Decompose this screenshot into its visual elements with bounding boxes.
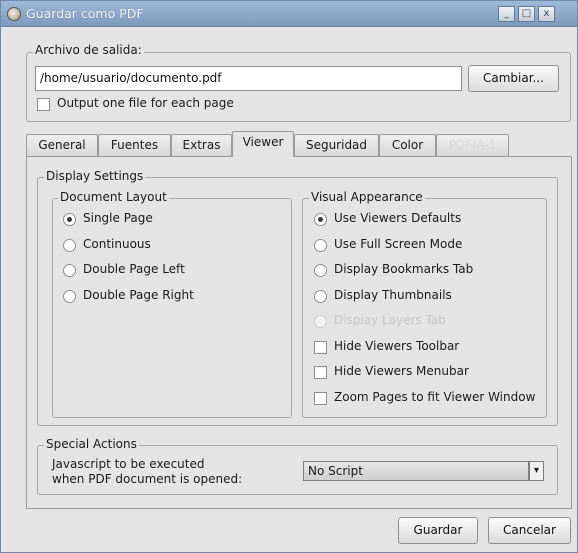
visual-appearance-group <box>302 198 547 418</box>
tab-color[interactable]: Color <box>379 134 436 156</box>
single-page-radio[interactable] <box>63 213 76 226</box>
tab-seguridad[interactable]: Seguridad <box>294 134 379 156</box>
full-screen-mode-radio[interactable] <box>314 239 327 252</box>
double-page-left-label: Double Page Left <box>83 262 185 276</box>
thumbnails-radio[interactable] <box>314 290 327 303</box>
radio-selected-dot <box>67 217 72 222</box>
hide-menubar-label: Hide Viewers Menubar <box>334 364 469 378</box>
bookmarks-tab-label: Display Bookmarks Tab <box>334 262 474 276</box>
double-page-right-label: Double Page Right <box>83 288 194 302</box>
output-file-group-label: Archivo de salida: <box>33 43 144 57</box>
save-as-pdf-window: Guardar como PDF _ □ x Archivo de salida… <box>0 0 578 553</box>
close-button[interactable]: x <box>538 6 555 22</box>
change-path-button[interactable]: Cambiar... <box>468 65 559 92</box>
zoom-to-fit-checkbox[interactable] <box>314 392 327 405</box>
document-layout-label: Document Layout <box>58 190 169 204</box>
tab-extras[interactable]: Extras <box>171 134 232 156</box>
hide-toolbar-checkbox[interactable] <box>314 341 327 354</box>
hide-menubar-checkbox[interactable] <box>314 366 327 379</box>
output-path-input[interactable]: /home/usuario/documento.pdf <box>35 66 462 91</box>
single-page-label: Single Page <box>83 211 153 225</box>
save-button[interactable]: Guardar <box>398 517 478 544</box>
use-viewers-defaults-radio[interactable] <box>314 213 327 226</box>
bookmarks-tab-radio[interactable] <box>314 264 327 277</box>
radio-selected-dot <box>318 217 323 222</box>
continuous-label: Continuous <box>83 237 151 251</box>
cancel-button[interactable]: Cancelar <box>488 517 571 544</box>
tab-fuentes[interactable]: Fuentes <box>98 134 171 156</box>
one-file-per-page-checkbox[interactable] <box>37 98 50 111</box>
hide-toolbar-label: Hide Viewers Toolbar <box>334 339 460 353</box>
title-bar[interactable]: Guardar como PDF _ □ x <box>1 1 577 27</box>
minimize-button[interactable]: _ <box>498 6 515 22</box>
document-layout-group <box>52 198 292 418</box>
full-screen-mode-label: Use Full Screen Mode <box>334 237 463 251</box>
chevron-down-icon[interactable]: ▾ <box>529 461 544 481</box>
tab-viewer[interactable]: Viewer <box>232 131 294 157</box>
use-viewers-defaults-label: Use Viewers Defaults <box>334 211 462 225</box>
javascript-label-line1: Javascript to be executed <box>52 457 205 471</box>
one-file-per-page-label: Output one file for each page <box>57 96 234 110</box>
thumbnails-label: Display Thumbnails <box>334 288 452 302</box>
tab-general[interactable]: General <box>26 134 98 156</box>
double-page-left-radio[interactable] <box>63 264 76 277</box>
javascript-select[interactable]: No Script <box>303 461 529 481</box>
window-title: Guardar como PDF <box>26 6 144 21</box>
visual-appearance-label: Visual Appearance <box>309 190 425 204</box>
maximize-button[interactable]: □ <box>518 6 535 22</box>
display-settings-label: Display Settings <box>44 169 146 183</box>
layers-tab-radio <box>314 315 327 328</box>
app-icon <box>7 7 21 21</box>
special-actions-label: Special Actions <box>44 437 139 451</box>
layers-tab-label: Display Layers Tab <box>334 313 446 327</box>
javascript-label-line2: when PDF document is opened: <box>52 472 243 486</box>
double-page-right-radio[interactable] <box>63 290 76 303</box>
zoom-to-fit-label: Zoom Pages to fit Viewer Window <box>334 390 536 404</box>
tab-pdfa: PDF/A-1 <box>436 134 509 156</box>
continuous-radio[interactable] <box>63 239 76 252</box>
